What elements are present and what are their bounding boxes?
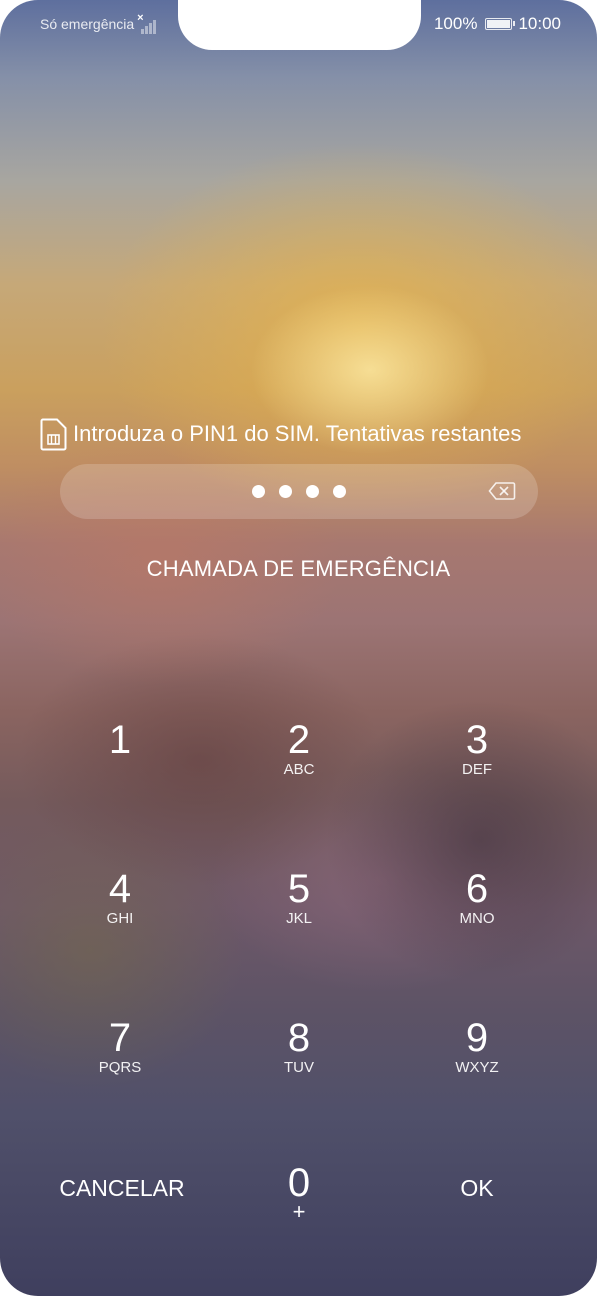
pin-dot (252, 485, 265, 498)
battery-full-icon (485, 18, 516, 30)
prompt-text: Introduza o PIN1 do SIM. Tentativas rest… (73, 421, 522, 446)
key-1[interactable]: 1 (50, 720, 190, 830)
key-7[interactable]: 7 PQRS (50, 1018, 190, 1128)
status-bar-right: 100% 10:00 (434, 14, 561, 34)
key-letters: ABC (283, 761, 315, 778)
clock: 10:00 (518, 14, 561, 33)
pin-input[interactable] (60, 464, 538, 519)
key-letters: + (292, 1199, 306, 1224)
sim-card-icon (40, 418, 67, 450)
pin-dots (60, 485, 538, 498)
ok-button[interactable]: OK (387, 1175, 567, 1202)
carrier-status-text: Só emergência (40, 16, 135, 32)
key-letters: PQRS (98, 1059, 142, 1076)
key-3[interactable]: 3 DEF (407, 720, 547, 830)
pin-dot (306, 485, 319, 498)
sim-pin-prompt: Introduza o PIN1 do SIM. Tentativas rest… (40, 415, 564, 453)
key-letters: MNO (459, 910, 495, 927)
key-digit: 6 (465, 867, 489, 911)
key-digit: 3 (465, 718, 489, 762)
battery-percent: 100% (433, 14, 478, 33)
emergency-call-button[interactable]: CHAMADA DE EMERGÊNCIA (0, 556, 597, 582)
key-digit: 7 (108, 1016, 132, 1060)
key-digit: 8 (287, 1016, 311, 1060)
key-letters: JKL (286, 910, 312, 927)
key-digit: 4 (108, 867, 132, 911)
key-0[interactable]: 0 + (229, 1163, 369, 1273)
backspace-icon[interactable] (488, 481, 516, 501)
key-9[interactable]: 9 WXYZ (407, 1018, 547, 1128)
key-8[interactable]: 8 TUV (229, 1018, 369, 1128)
key-digit: 1 (108, 718, 132, 762)
pin-dot (279, 485, 292, 498)
key-digit: 9 (465, 1016, 489, 1060)
pin-dot (333, 485, 346, 498)
key-letters: GHI (106, 910, 134, 927)
status-bar-left: Só emergência × (40, 12, 157, 34)
display-notch (178, 0, 421, 50)
key-2[interactable]: 2 ABC (229, 720, 369, 830)
cancel-button[interactable]: CANCELAR (32, 1175, 212, 1202)
key-letters: WXYZ (455, 1059, 499, 1076)
signal-no-service-icon: × (137, 12, 157, 34)
key-digit: 2 (287, 718, 311, 762)
key-letters: TUV (284, 1059, 314, 1076)
key-digit: 0 (287, 1161, 311, 1205)
key-digit: 5 (287, 867, 311, 911)
lock-screen: Só emergência × 100% 10:00 Introduza o P… (0, 0, 597, 1296)
key-4[interactable]: 4 GHI (50, 869, 190, 979)
key-6[interactable]: 6 MNO (407, 869, 547, 979)
key-letters: DEF (462, 761, 492, 778)
key-5[interactable]: 5 JKL (229, 869, 369, 979)
